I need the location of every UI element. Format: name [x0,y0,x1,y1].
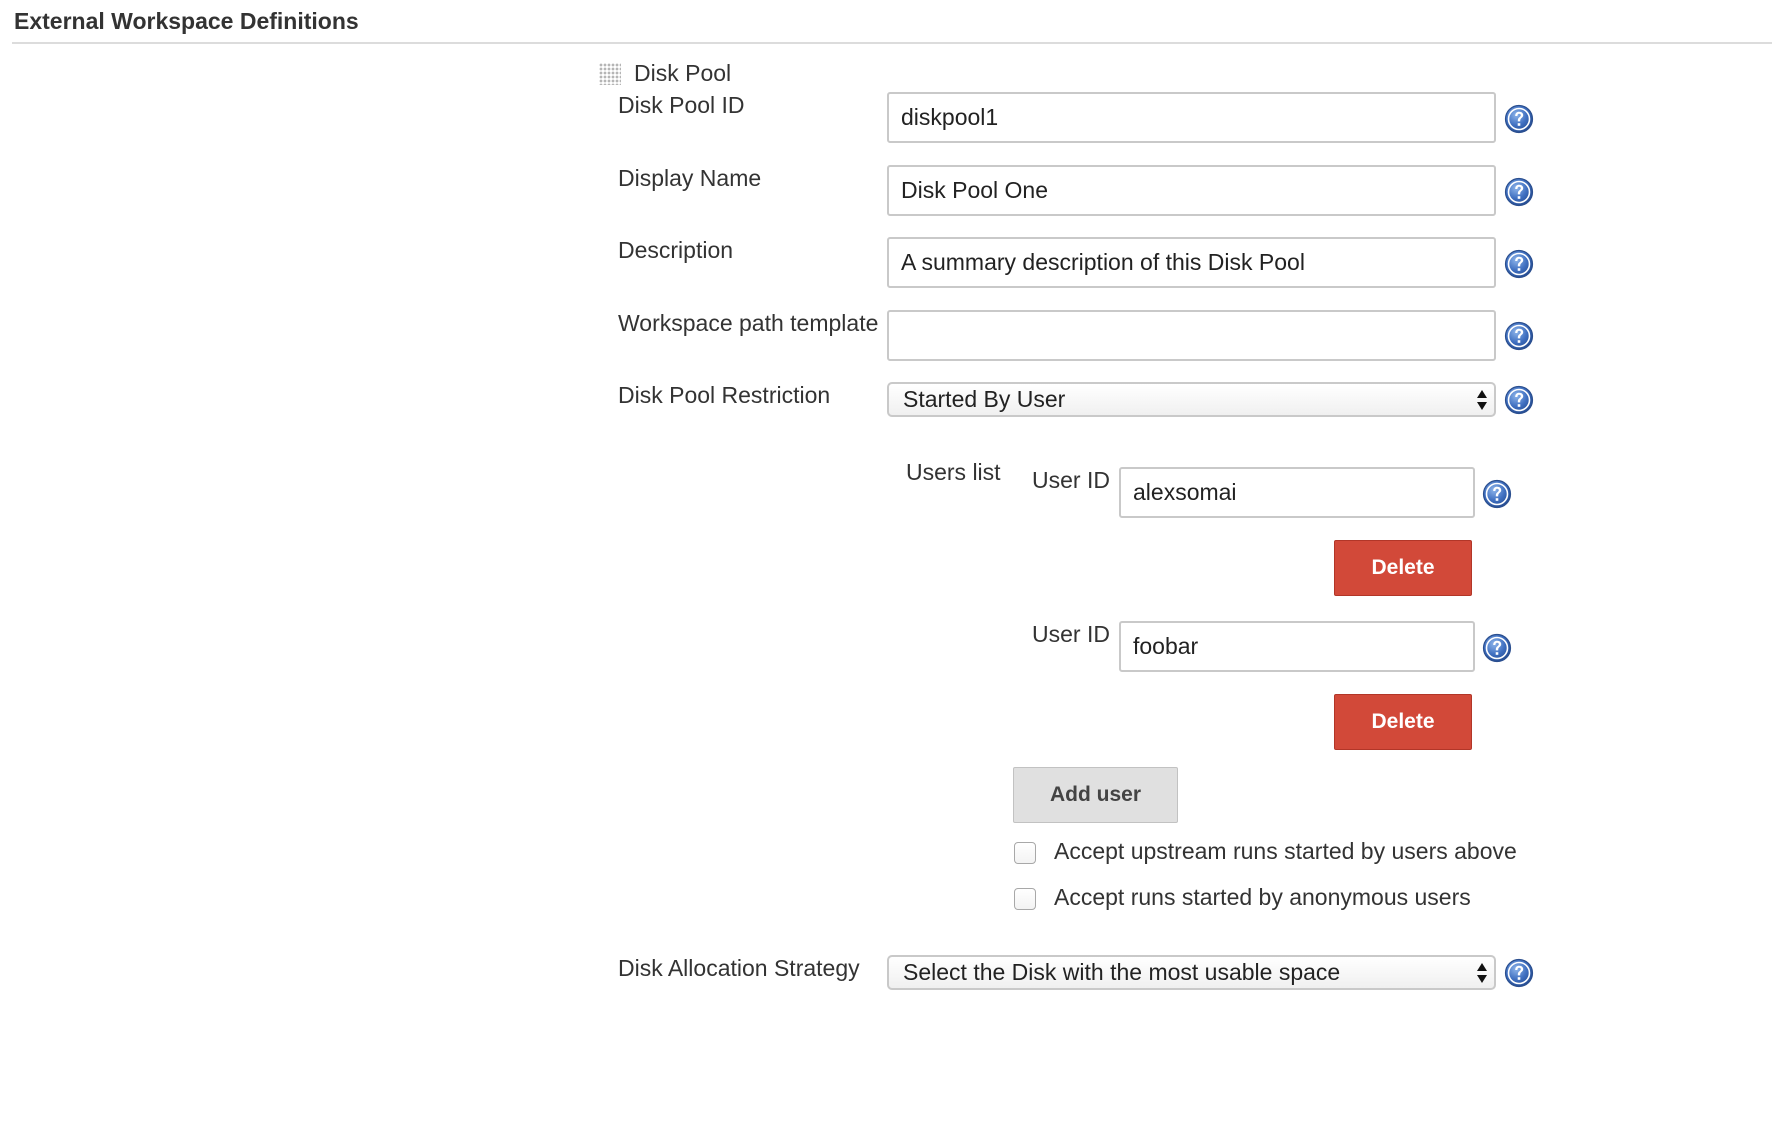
disk-pool-restriction-label: Disk Pool Restriction [618,382,831,408]
help-icon[interactable] [1504,177,1534,207]
disk-pool-header: Disk Pool [634,60,732,86]
delete-user-button[interactable]: Delete [1334,540,1472,596]
description-input[interactable] [887,237,1496,288]
drag-handle-icon[interactable] [599,63,621,85]
disk-pool-restriction-value: Started By User [903,386,1066,412]
disk-allocation-strategy-value: Select the Disk with the most usable spa… [903,959,1341,985]
user-id-label: User ID [1032,621,1110,647]
user-id-input[interactable] [1119,467,1475,518]
workspace-path-template-input[interactable] [887,310,1496,361]
section-title: External Workspace Definitions [14,8,359,34]
select-arrows-icon [1476,389,1488,411]
help-icon[interactable] [1504,385,1534,415]
help-icon[interactable] [1482,633,1512,663]
help-icon[interactable] [1504,958,1534,988]
help-icon[interactable] [1504,249,1534,279]
help-icon[interactable] [1504,104,1534,134]
section-divider [12,42,1772,44]
display-name-input[interactable] [887,165,1496,216]
user-id-input[interactable] [1119,621,1475,672]
help-icon[interactable] [1504,321,1534,351]
accept-anonymous-checkbox[interactable] [1014,888,1036,910]
disk-allocation-strategy-select[interactable]: Select the Disk with the most usable spa… [887,955,1496,990]
disk-pool-id-label: Disk Pool ID [618,92,745,118]
user-id-label: User ID [1032,467,1110,493]
disk-allocation-strategy-label: Disk Allocation Strategy [618,955,860,981]
accept-upstream-checkbox[interactable] [1014,842,1036,864]
delete-user-button[interactable]: Delete [1334,694,1472,750]
disk-pool-id-input[interactable] [887,92,1496,143]
description-label: Description [618,237,734,263]
select-arrows-icon [1476,962,1488,984]
users-list-label: Users list [906,459,1001,485]
accept-upstream-label: Accept upstream runs started by users ab… [1054,838,1517,864]
help-icon[interactable] [1482,479,1512,509]
accept-anonymous-label: Accept runs started by anonymous users [1054,884,1471,910]
display-name-label: Display Name [618,165,762,191]
workspace-path-template-label: Workspace path template [618,310,879,336]
add-user-button[interactable]: Add user [1013,767,1178,823]
disk-pool-restriction-select[interactable]: Started By User [887,382,1496,417]
